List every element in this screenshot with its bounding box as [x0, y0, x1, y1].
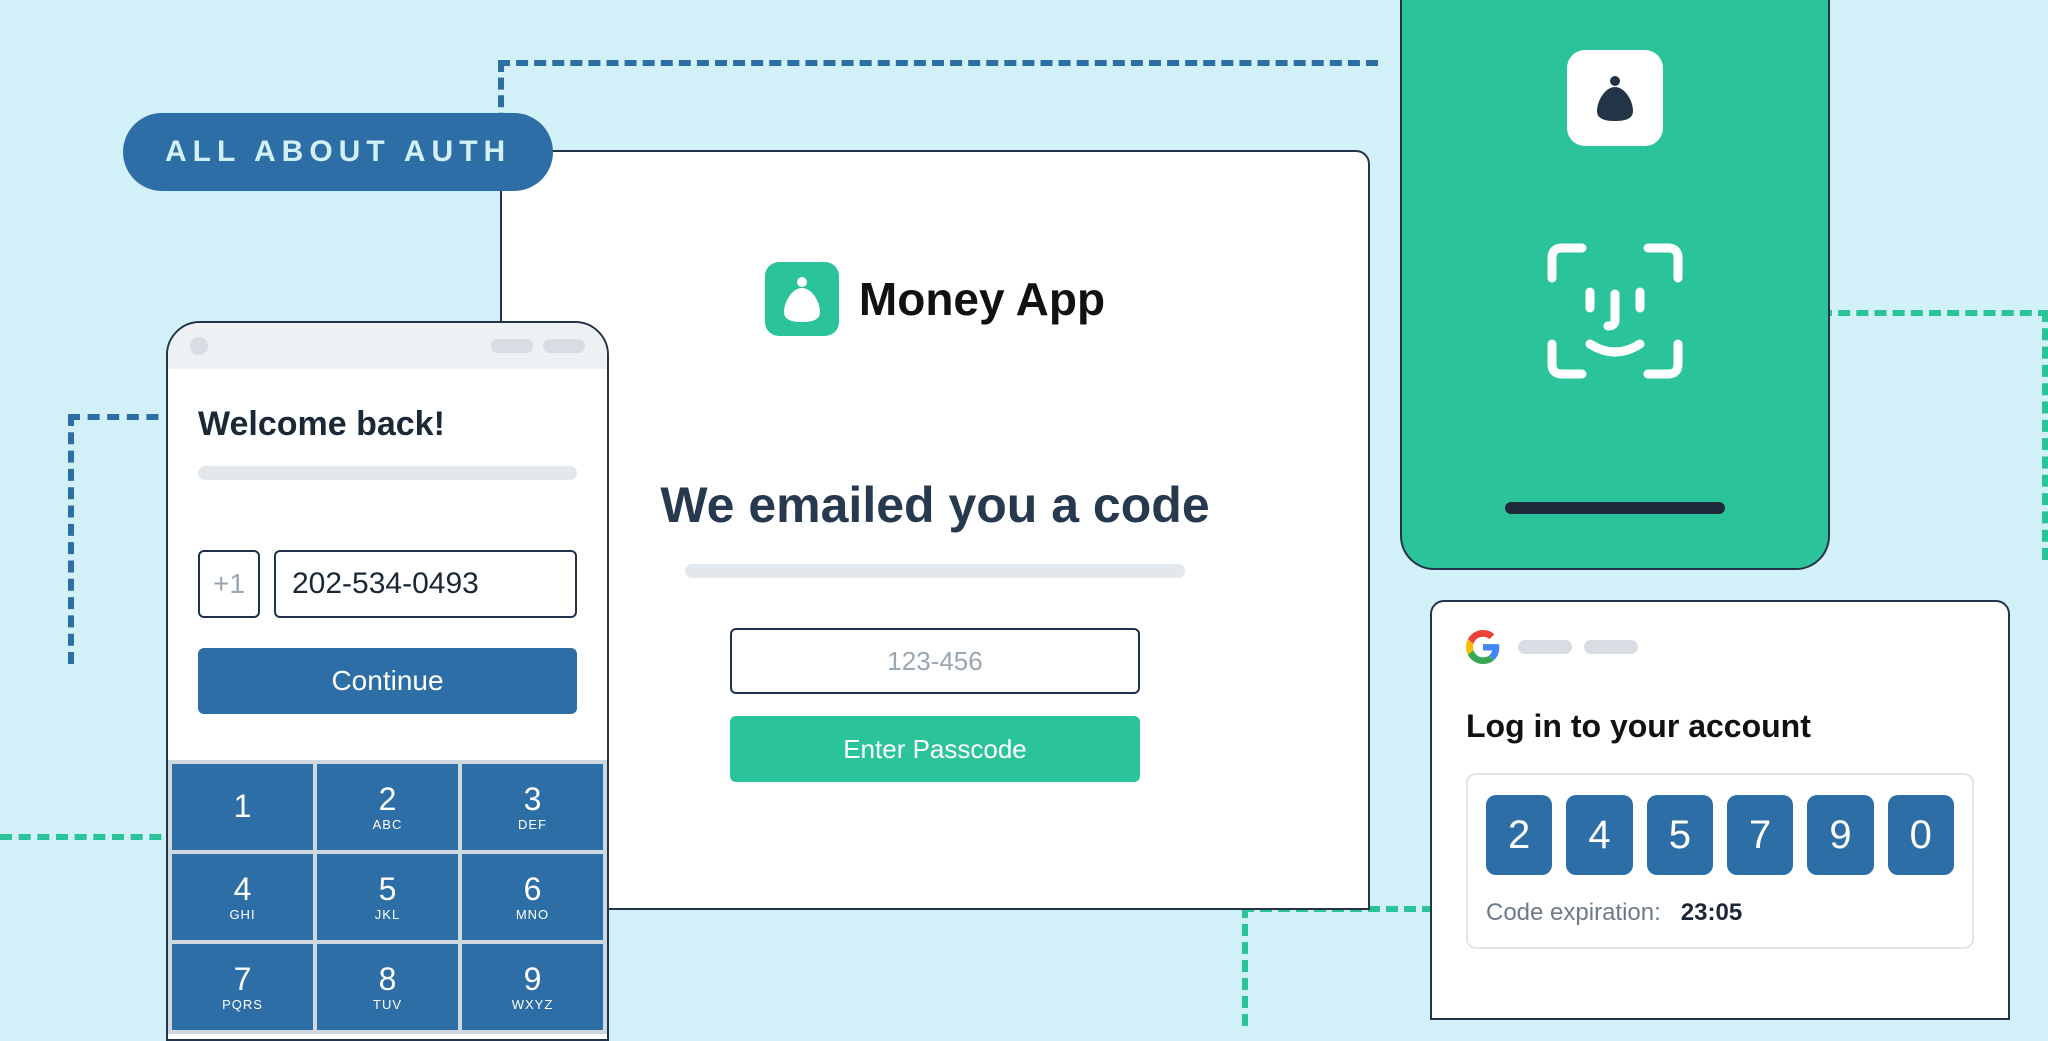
google-login-card: Log in to your account 245790 Code expir… — [1430, 600, 2010, 1020]
otp-digit[interactable]: 7 — [1727, 795, 1793, 875]
key-letters: JKL — [375, 907, 400, 922]
keypad-key-3[interactable]: 3 DEF — [462, 764, 603, 850]
continue-label: Continue — [331, 665, 443, 697]
keypad-key-6[interactable]: 6 MNO — [462, 854, 603, 940]
code-heading: We emailed you a code — [502, 476, 1368, 534]
otp-digit[interactable]: 5 — [1647, 795, 1713, 875]
otp-digit[interactable]: 4 — [1566, 795, 1632, 875]
key-letters: MNO — [516, 907, 549, 922]
google-icon — [1466, 630, 1500, 664]
subtitle-placeholder — [685, 564, 1185, 578]
code-input-placeholder: 123-456 — [887, 646, 982, 677]
expire-time: 23:05 — [1681, 899, 1742, 926]
face-id-icon — [1540, 236, 1690, 391]
keypad-key-5[interactable]: 5 JKL — [317, 854, 458, 940]
status-dot — [190, 337, 208, 355]
email-code-card: Money App We emailed you a code 123-456 … — [500, 150, 1370, 910]
otp-digit[interactable]: 0 — [1888, 795, 1954, 875]
code-expiration: Code expiration: 23:05 — [1486, 899, 1954, 927]
continue-button[interactable]: Continue — [198, 648, 577, 714]
welcome-title: Welcome back! — [198, 405, 577, 444]
key-letters: TUV — [373, 997, 402, 1012]
key-digit: 3 — [524, 783, 542, 815]
phone-sms-login: Welcome back! +1 202-534-0493 Continue 1… — [166, 321, 609, 1041]
keypad-key-1[interactable]: 1 — [172, 764, 313, 850]
key-letters: WXYZ — [512, 997, 554, 1012]
key-digit: 9 — [524, 963, 542, 995]
code-input[interactable]: 123-456 — [730, 628, 1140, 694]
category-badge: ALL ABOUT AUTH — [123, 113, 553, 191]
keypad-key-8[interactable]: 8 TUV — [317, 944, 458, 1030]
badge-label: ALL ABOUT AUTH — [165, 135, 511, 168]
app-brand: Money App — [502, 262, 1368, 336]
key-digit: 2 — [379, 783, 397, 815]
phone-number-value: 202-534-0493 — [292, 567, 479, 601]
key-letters: DEF — [518, 817, 547, 832]
money-app-icon — [765, 262, 839, 336]
status-pill — [543, 339, 585, 353]
key-digit: 5 — [379, 873, 397, 905]
key-digit: 6 — [524, 873, 542, 905]
phone-faceid — [1400, 0, 1830, 570]
header-pill — [1584, 640, 1638, 654]
keypad-key-2[interactable]: 2 ABC — [317, 764, 458, 850]
header-pill — [1518, 640, 1572, 654]
phone-number-input[interactable]: 202-534-0493 — [274, 550, 577, 618]
country-code-input[interactable]: +1 — [198, 550, 260, 618]
otp-digit[interactable]: 9 — [1807, 795, 1873, 875]
keypad-key-4[interactable]: 4 GHI — [172, 854, 313, 940]
subtitle-placeholder — [198, 466, 577, 480]
status-pill — [491, 339, 533, 353]
enter-passcode-label: Enter Passcode — [843, 734, 1027, 765]
key-letters: GHI — [229, 907, 255, 922]
otp-container: 245790 Code expiration: 23:05 — [1466, 773, 1974, 949]
key-digit: 1 — [234, 790, 252, 822]
login-title: Log in to your account — [1466, 708, 1974, 745]
app-tile-icon — [1567, 50, 1663, 146]
expire-label: Code expiration: — [1486, 899, 1661, 926]
keypad-key-9[interactable]: 9 WXYZ — [462, 944, 603, 1030]
key-digit: 4 — [234, 873, 252, 905]
phone-statusbar — [168, 323, 607, 369]
key-letters: ABC — [373, 817, 403, 832]
key-digit: 7 — [234, 963, 252, 995]
numeric-keypad: 1 2 ABC 3 DEF 4 GHI 5 JKL 6 MNO 7 PQRS 8 TUV 9 WXYZ — [168, 760, 607, 1034]
enter-passcode-button[interactable]: Enter Passcode — [730, 716, 1140, 782]
keypad-key-7[interactable]: 7 PQRS — [172, 944, 313, 1030]
otp-digit[interactable]: 2 — [1486, 795, 1552, 875]
app-name: Money App — [859, 272, 1105, 326]
key-letters: PQRS — [222, 997, 263, 1012]
country-code-value: +1 — [213, 568, 245, 600]
key-digit: 8 — [379, 963, 397, 995]
home-indicator — [1505, 502, 1725, 514]
